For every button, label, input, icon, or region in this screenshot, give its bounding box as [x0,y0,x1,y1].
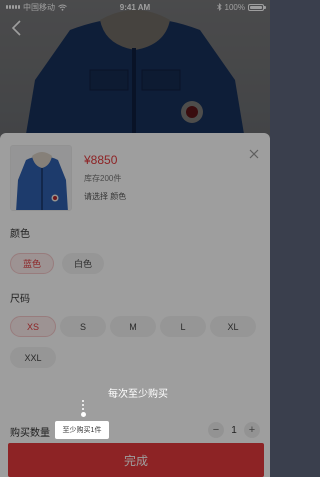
guide-highlight-min-purchase[interactable]: 至少购买1件 [55,421,109,439]
status-bar: 中国移动 9:41 AM 100% [0,0,270,14]
status-time: 9:41 AM [119,2,151,12]
color-section-title: 颜色 [10,229,30,240]
size-option-xl[interactable]: XL [210,316,256,337]
quantity-label: 购买数量 [10,428,50,439]
selection-prompt: 请选择 颜色 [84,192,127,201]
sku-selector-sheet: ¥8850 库存200件 请选择 颜色 颜色 蓝色 白色 尺码 XS S M L… [0,133,270,477]
quantity-plus-button[interactable]: + [244,422,260,438]
close-button[interactable] [248,147,260,159]
size-option-l[interactable]: L [160,316,206,337]
guide-pointer [80,400,86,417]
quantity-value: 1 [231,424,237,436]
guide-tip-text: 每次至少购买 [108,389,168,400]
size-option-xs[interactable]: XS [10,316,56,337]
close-icon [249,149,259,159]
quantity-stepper: − 1 + [208,420,260,440]
back-button[interactable] [10,20,24,36]
size-section-title: 尺码 [10,294,30,305]
product-price: ¥8850 [84,153,118,167]
size-option-xxl[interactable]: XXL [10,347,56,368]
stock-count: 库存200件 [84,174,122,183]
done-button[interactable]: 完成 [8,443,264,477]
product-thumbnail [10,145,72,211]
color-option-white[interactable]: 白色 [62,253,104,274]
size-option-m[interactable]: M [110,316,156,337]
quantity-minus-button[interactable]: − [208,422,224,438]
battery-icon [248,3,266,11]
color-option-blue[interactable]: 蓝色 [10,253,54,274]
chevron-left-icon [11,20,21,36]
size-option-s[interactable]: S [60,316,106,337]
